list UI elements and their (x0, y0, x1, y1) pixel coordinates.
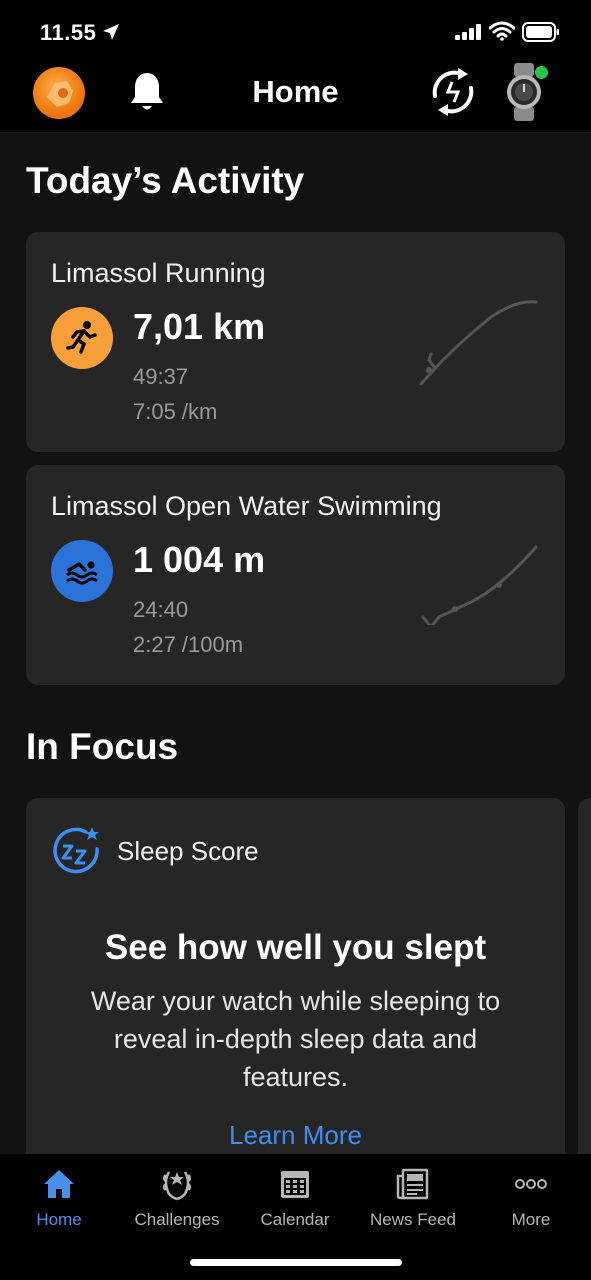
device-connected-badge (535, 66, 548, 79)
tab-label: Challenges (134, 1210, 220, 1229)
activity-duration: 49:37 (133, 364, 189, 389)
status-bar: 11.55 (0, 0, 591, 60)
in-focus-heading: In Focus (26, 726, 179, 767)
route-map-thumbnail (419, 300, 538, 386)
todays-activity-heading: Today’s Activity (26, 160, 305, 201)
sleep-score-card[interactable]: Sleep Score See how well you slept Wear … (26, 798, 565, 1178)
battery-icon (522, 22, 559, 42)
bottom-tab-bar: Home Challenges Calendar News Feed More (0, 1154, 591, 1280)
route-map-thumbnail (421, 545, 538, 625)
tab-challenges[interactable]: Challenges (118, 1166, 236, 1230)
focus-headline: See how well you slept (104, 928, 487, 967)
activity-distance: 7,01 km (133, 306, 266, 347)
wifi-icon (489, 21, 515, 41)
activity-card-swimming[interactable]: Limassol Open Water Swimming 1 004 m 24:… (26, 465, 565, 685)
activity-distance: 1 004 m (133, 539, 266, 580)
home-icon (44, 1170, 74, 1198)
sync-icon[interactable] (428, 65, 478, 119)
top-header: Home (0, 60, 591, 132)
location-arrow-icon (103, 24, 119, 40)
tab-calendar[interactable]: Calendar (236, 1166, 354, 1230)
laurel-icon (163, 1171, 191, 1201)
activity-card-running[interactable]: Limassol Running 7,01 km 49:37 7:05 /km (26, 232, 565, 452)
activity-title: Limassol Open Water Swimming (51, 491, 442, 521)
tab-label: More (511, 1210, 551, 1229)
sleep-score-label: Sleep Score (117, 836, 259, 866)
tab-label: Home (36, 1210, 82, 1229)
status-time: 11.55 (40, 20, 97, 45)
activity-pace: 2:27 /100m (133, 632, 244, 657)
tab-more[interactable]: More (472, 1166, 590, 1230)
signal-icon (455, 24, 481, 40)
activity-duration: 24:40 (133, 597, 189, 622)
learn-more-link[interactable]: Learn More (26, 1120, 565, 1151)
tab-label: News Feed (370, 1210, 456, 1229)
next-focus-card[interactable] (578, 798, 591, 1178)
more-icon (515, 1179, 547, 1189)
focus-body-text: Wear your watch while sleeping to reveal… (90, 986, 501, 1092)
sleep-score-icon (53, 827, 99, 874)
calendar-icon (281, 1171, 309, 1198)
activity-pace: 7:05 /km (133, 399, 218, 424)
tab-news-feed[interactable]: News Feed (354, 1166, 472, 1230)
tab-label: Calendar (260, 1210, 330, 1229)
swimming-icon (51, 540, 113, 602)
news-feed-icon (396, 1168, 429, 1200)
tab-home[interactable]: Home (0, 1166, 118, 1230)
running-icon (51, 307, 113, 369)
activity-title: Limassol Running (51, 258, 266, 288)
home-indicator[interactable] (190, 1259, 402, 1266)
